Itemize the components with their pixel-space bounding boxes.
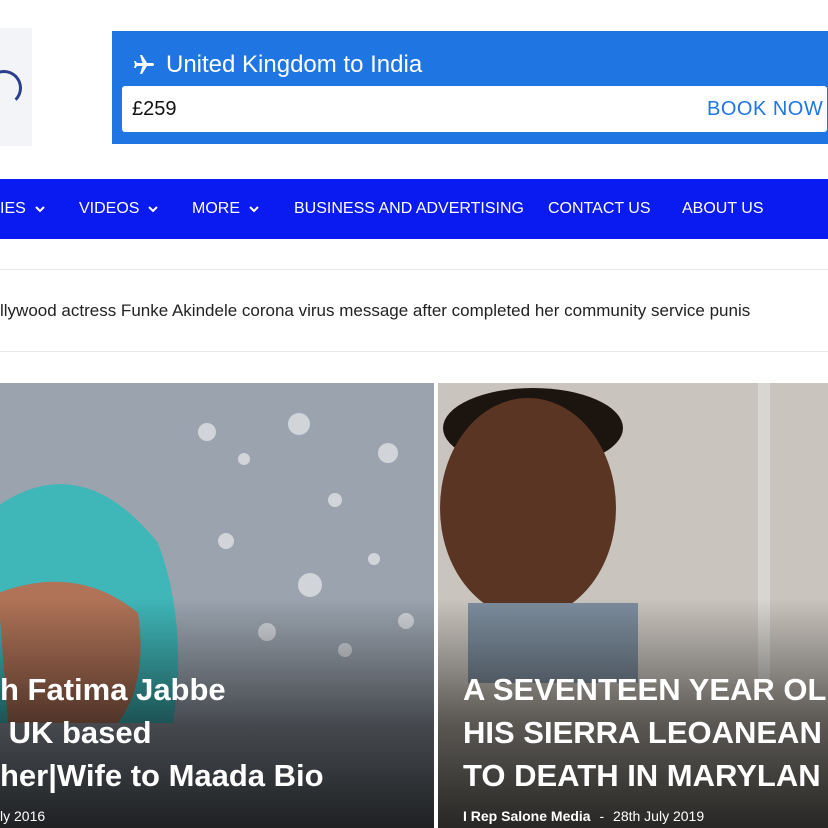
nav-item-label: CONTACT US (548, 200, 651, 217)
nav-item-videos[interactable]: VIDEOS (79, 179, 159, 239)
card-headline[interactable]: A SEVENTEEN YEAR OLI HIS SIERRA LEOANEAN… (463, 668, 828, 797)
ad-price-box[interactable]: £259 BOOK NOW (122, 86, 827, 132)
featured-card[interactable]: A SEVENTEEN YEAR OLI HIS SIERRA LEOANEAN… (438, 383, 828, 828)
nav-item-label: VIDEOS (79, 200, 140, 217)
chevron-down-icon (148, 206, 159, 213)
plane-icon (134, 55, 154, 74)
nav-item-label: BUSINESS AND ADVERTISING (294, 200, 524, 217)
nav-item-about-us[interactable]: ABOUT US (682, 179, 764, 239)
ticker-bottom-divider (0, 351, 828, 352)
nav-item-label: MORE (192, 200, 240, 217)
site-logo[interactable] (0, 28, 32, 146)
flight-ad-banner[interactable]: United Kingdom to India £259 BOOK NOW (112, 31, 828, 144)
card-meta: I Rep Salone Media - 28th July 2019 (463, 808, 704, 824)
ad-price: £259 (132, 98, 177, 120)
logo-mark (0, 70, 22, 106)
nav-item-label: IES (0, 200, 26, 217)
news-ticker[interactable]: llywood actress Funke Akindele corona vi… (0, 300, 750, 322)
card-headline[interactable]: h Fatima Jabbe UK based her|Wife to Maad… (0, 668, 324, 797)
ad-route-title: United Kingdom to India (132, 47, 422, 83)
chevron-down-icon (249, 206, 259, 213)
meta-separator: - (599, 808, 605, 824)
book-now-button[interactable]: BOOK NOW (707, 86, 823, 132)
card-date: 28th July 2019 (613, 808, 705, 824)
nav-item-label: ABOUT US (682, 200, 764, 217)
nav-item-more[interactable]: MORE (192, 179, 259, 239)
main-nav: IES VIDEOS MORE BUSINESS AND ADVERTISING… (0, 179, 828, 239)
card-author[interactable]: I Rep Salone Media (463, 808, 591, 824)
featured-card[interactable]: h Fatima Jabbe UK based her|Wife to Maad… (0, 383, 434, 828)
nav-item-contact-us[interactable]: CONTACT US (548, 179, 651, 239)
nav-item-business-advertising[interactable]: BUSINESS AND ADVERTISING (294, 179, 524, 239)
card-meta: ly 2016 (0, 808, 45, 824)
nav-item-categories[interactable]: IES (0, 179, 45, 239)
ticker-top-divider (0, 269, 828, 270)
card-date: ly 2016 (0, 808, 46, 824)
chevron-down-icon (35, 206, 45, 213)
ad-route-text: United Kingdom to India (166, 51, 423, 78)
